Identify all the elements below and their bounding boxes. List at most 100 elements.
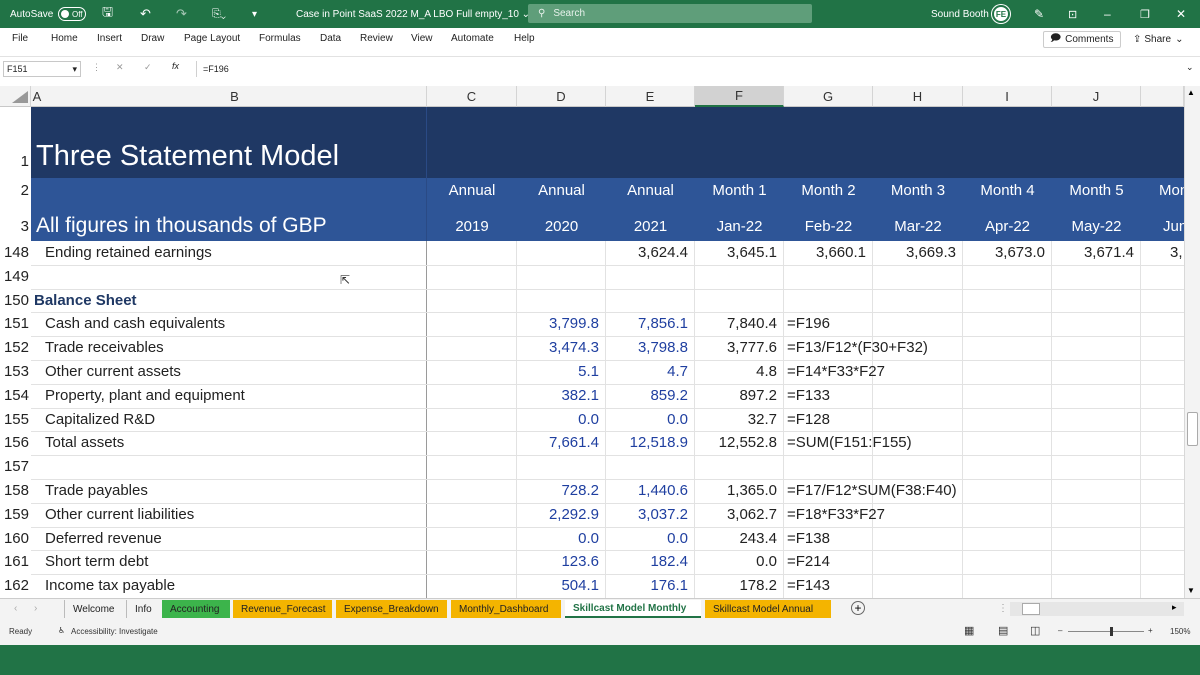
scrollbar-thumb[interactable]: [1187, 412, 1198, 446]
row-header[interactable]: 153: [0, 363, 31, 380]
accessibility-status[interactable]: Accessibility: Investigate: [71, 627, 158, 636]
formula-text[interactable]: =F133: [787, 387, 1087, 404]
row-header[interactable]: 160: [0, 530, 31, 547]
redo-icon[interactable]: ↷: [176, 0, 187, 28]
comments-button[interactable]: 🗩 Comments: [1043, 31, 1121, 48]
avatar[interactable]: FE: [992, 0, 1010, 28]
row-header[interactable]: 159: [0, 506, 31, 523]
row-label[interactable]: Total assets: [45, 434, 425, 451]
scroll-down-icon[interactable]: ▼: [1187, 586, 1195, 595]
row-header[interactable]: 158: [0, 482, 31, 499]
cell-value[interactable]: 176.1: [606, 577, 688, 594]
cell-value[interactable]: 2,292.9: [517, 506, 599, 523]
formula-text[interactable]: =F138: [787, 530, 1087, 547]
minimize-icon[interactable]: –: [1104, 0, 1111, 28]
cell-value[interactable]: 897.2: [695, 387, 777, 404]
zoom-slider[interactable]: [1068, 627, 1144, 636]
undo-icon[interactable]: ↶: [140, 0, 151, 28]
sheet-tab[interactable]: Expense_Breakdown: [336, 600, 447, 618]
cell-value[interactable]: 3,062.7: [695, 506, 777, 523]
row-header[interactable]: 156: [0, 434, 31, 451]
cell-value[interactable]: 32.7: [695, 411, 777, 428]
share-button[interactable]: ⇪ Share ⌄: [1127, 31, 1193, 48]
cell-value[interactable]: 382.1: [517, 387, 599, 404]
cell-value[interactable]: 3,669.3: [873, 244, 956, 261]
formula-text[interactable]: =F196: [787, 315, 1087, 332]
row-label[interactable]: Ending retained earnings: [45, 244, 425, 261]
sheet-tab[interactable]: Revenue_Forecast: [233, 600, 332, 618]
cell-value[interactable]: 4.8: [695, 363, 777, 380]
menu-file[interactable]: File: [12, 33, 28, 44]
close-icon[interactable]: ✕: [1176, 0, 1186, 28]
cell-value[interactable]: 7,840.4: [695, 315, 777, 332]
formula-text[interactable]: =F14*F33*F27: [787, 363, 1087, 380]
cell-value[interactable]: 3,777.6: [695, 339, 777, 356]
row-header[interactable]: 150: [0, 292, 31, 309]
row-header[interactable]: 152: [0, 339, 31, 356]
row-header[interactable]: 161: [0, 553, 31, 570]
restore-icon[interactable]: ❐: [1140, 0, 1150, 28]
menu-data[interactable]: Data: [320, 33, 341, 44]
horizontal-scrollbar[interactable]: [1010, 602, 1184, 616]
formula-text[interactable]: =F214: [787, 553, 1087, 570]
column-header-h[interactable]: H: [873, 86, 963, 107]
normal-view-icon[interactable]: ▦: [964, 624, 974, 637]
row-label[interactable]: Balance Sheet: [34, 292, 414, 309]
cell-value[interactable]: 3,: [1170, 244, 1184, 261]
row-label[interactable]: Other current liabilities: [45, 506, 425, 523]
row-header[interactable]: 154: [0, 387, 31, 404]
save-icon[interactable]: 🖫: [102, 0, 113, 28]
cell-value[interactable]: 3,660.1: [784, 244, 866, 261]
menu-draw[interactable]: Draw: [141, 33, 164, 44]
cell-value[interactable]: 3,799.8: [517, 315, 599, 332]
menu-page-layout[interactable]: Page Layout: [184, 33, 240, 44]
column-header-i[interactable]: I: [963, 86, 1052, 107]
menu-view[interactable]: View: [411, 33, 433, 44]
scroll-right-icon[interactable]: ▸: [1172, 602, 1177, 613]
cell-value[interactable]: 3,671.4: [1052, 244, 1134, 261]
row-header-3[interactable]: 3: [0, 218, 31, 235]
cell-value[interactable]: 12,518.9: [606, 434, 688, 451]
cell-value[interactable]: 7,856.1: [606, 315, 688, 332]
sheet-tab[interactable]: Accounting: [162, 600, 230, 618]
column-header-j[interactable]: J: [1052, 86, 1141, 107]
column-header-f[interactable]: F: [695, 86, 784, 107]
row-label[interactable]: Capitalized R&D: [45, 411, 425, 428]
cell-value[interactable]: 178.2: [695, 577, 777, 594]
cancel-icon[interactable]: ✕: [116, 62, 124, 73]
cell-value[interactable]: 123.6: [517, 553, 599, 570]
cell-value[interactable]: 243.4: [695, 530, 777, 547]
cell-value[interactable]: 7,661.4: [517, 434, 599, 451]
cell-value[interactable]: 728.2: [517, 482, 599, 499]
pen-icon[interactable]: ✎: [1034, 0, 1044, 28]
zoom-in-icon[interactable]: +: [1148, 626, 1153, 635]
menu-review[interactable]: Review: [360, 33, 393, 44]
autosave-toggle[interactable]: Off: [54, 0, 86, 28]
search-box[interactable]: ⚲ Search: [528, 4, 812, 23]
cell-value[interactable]: 3,474.3: [517, 339, 599, 356]
scrollbar-thumb[interactable]: [1022, 603, 1040, 615]
row-header[interactable]: 151: [0, 315, 31, 332]
row-header[interactable]: 157: [0, 458, 31, 475]
cell-value[interactable]: 3,673.0: [963, 244, 1045, 261]
menu-automate[interactable]: Automate: [451, 33, 494, 44]
formula-text[interactable]: =SUM(F151:F155): [787, 434, 1087, 451]
formula-input[interactable]: =F196: [196, 61, 1196, 77]
cell-value[interactable]: 3,645.1: [695, 244, 777, 261]
worksheet-grid[interactable]: 1 2 3 Three Statement Model All figures …: [0, 107, 1184, 598]
sheet-tab[interactable]: Skillcast Model Monthly: [565, 600, 701, 618]
scroll-up-icon[interactable]: ▲: [1187, 88, 1195, 97]
cell-value[interactable]: 1,440.6: [606, 482, 688, 499]
row-label[interactable]: Other current assets: [45, 363, 425, 380]
file-title[interactable]: Case in Point SaaS 2022 M_A LBO Full emp…: [296, 0, 530, 28]
row-header[interactable]: 155: [0, 411, 31, 428]
row-header[interactable]: 162: [0, 577, 31, 594]
cell-value[interactable]: 5.1: [517, 363, 599, 380]
formula-text[interactable]: =F17/F12*SUM(F38:F40): [787, 482, 1087, 499]
cell-value[interactable]: 0.0: [606, 411, 688, 428]
cell-value[interactable]: 4.7: [606, 363, 688, 380]
zoom-out-icon[interactable]: –: [1058, 626, 1062, 635]
cell-value[interactable]: 3,798.8: [606, 339, 688, 356]
column-header-b[interactable]: B: [43, 86, 427, 107]
cell-value[interactable]: 0.0: [695, 553, 777, 570]
